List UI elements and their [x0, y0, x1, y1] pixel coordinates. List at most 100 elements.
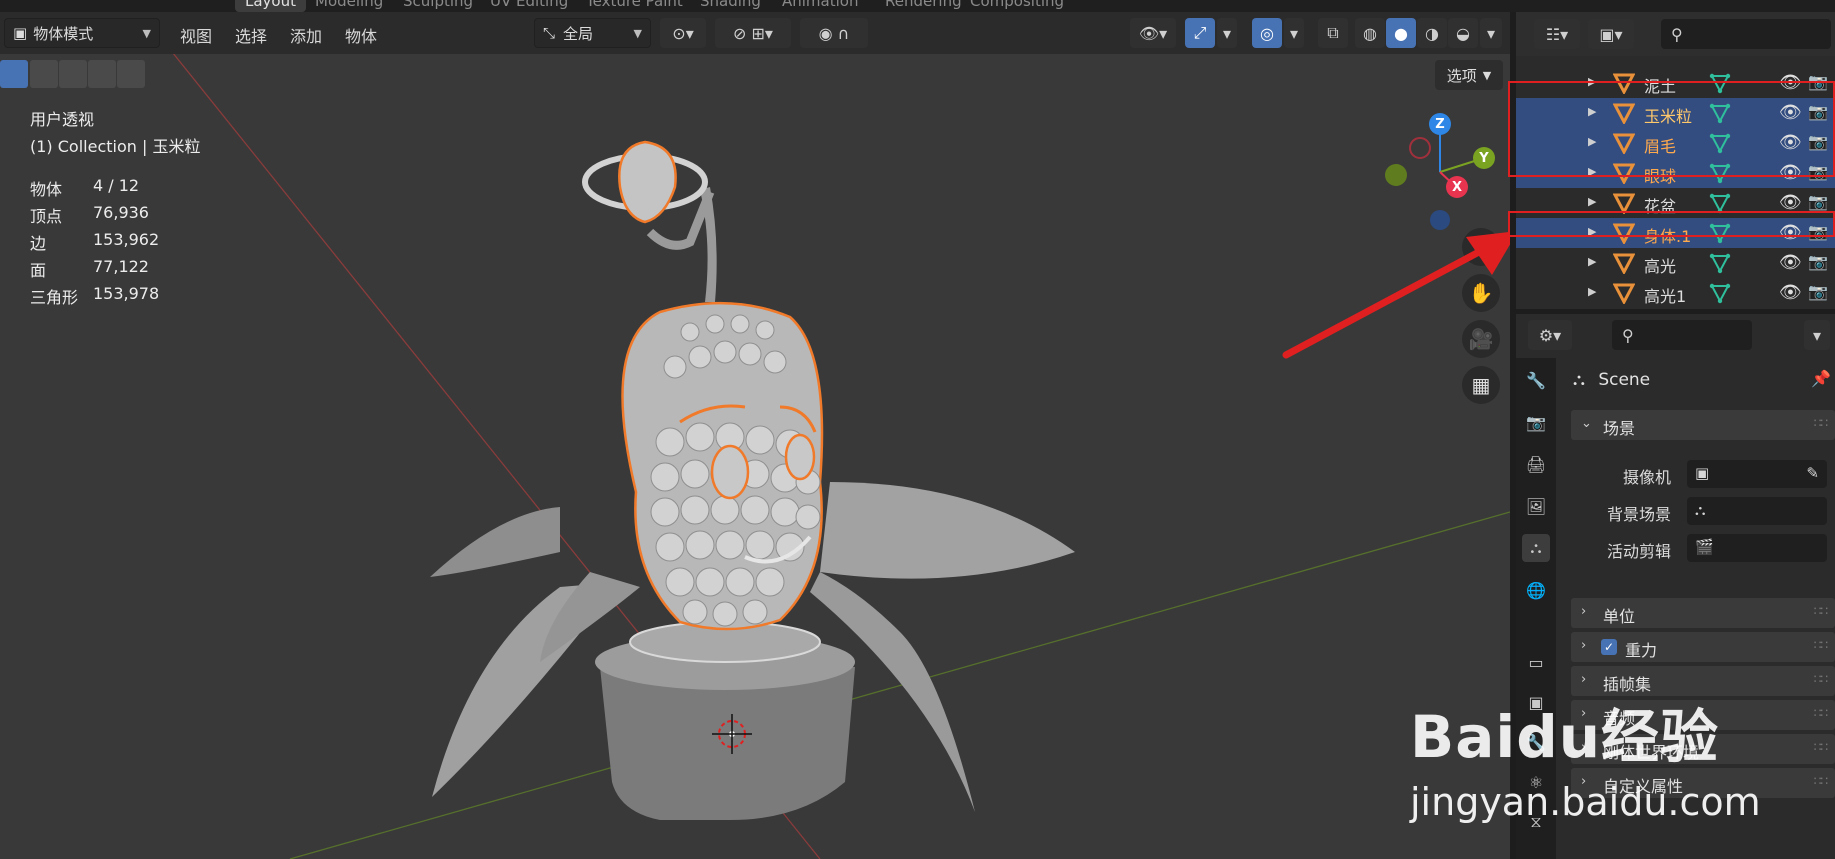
background-scene-label: 背景场景: [1606, 505, 1671, 524]
transform-orientation-dropdown[interactable]: ⤡ 全局 ▼: [534, 18, 651, 48]
x-axis-icon[interactable]: X: [1446, 176, 1468, 198]
viewport-scene: [139, 12, 1510, 859]
editor-type-dropdown[interactable]: ⚙▾: [1528, 320, 1572, 350]
eye-visibility-icon[interactable]: 👁: [1779, 252, 1802, 273]
background-scene-field[interactable]: ⛬: [1687, 497, 1827, 525]
outliner-row[interactable]: ▶ 高光1 👁 📷: [1516, 278, 1835, 308]
eye-visibility-icon[interactable]: 👁: [1779, 192, 1802, 213]
tool-tab-icon[interactable]: 🔧: [1522, 366, 1550, 394]
menu-add[interactable]: 添加: [290, 23, 322, 47]
tab-modeling[interactable]: Modeling: [305, 0, 393, 12]
ortho-grid-icon[interactable]: ▦: [1462, 366, 1500, 404]
scene-icon: ⛬: [1573, 370, 1585, 390]
eye-visibility-icon[interactable]: 👁: [1779, 282, 1802, 303]
snapping-button[interactable]: ⊘ ⊞▾: [715, 18, 791, 48]
tab-animation[interactable]: Animation: [772, 0, 868, 12]
camera-render-icon[interactable]: 📷: [1808, 282, 1828, 301]
menu-object[interactable]: 物体: [345, 23, 377, 47]
outliner-row[interactable]: ▶ 高光 👁 📷: [1516, 248, 1835, 278]
menu-select[interactable]: 选择: [235, 23, 267, 47]
tab-layout[interactable]: Layout: [235, 0, 306, 12]
tab-shading[interactable]: Shading: [690, 0, 771, 12]
proportional-editing-button[interactable]: ◉ ∩: [800, 18, 868, 48]
material-shading-button[interactable]: ◑: [1417, 18, 1447, 48]
drag-grip-icon[interactable]: ∷∷: [1814, 638, 1828, 652]
camera-field-label: 摄像机: [1622, 468, 1671, 487]
chevron-down-icon[interactable]: ▾: [1217, 18, 1237, 48]
y-axis-icon[interactable]: Y: [1473, 147, 1495, 169]
stat-vertices: 顶点 76,936: [30, 203, 149, 226]
search-icon: ⚲: [1671, 24, 1683, 44]
chevron-down-icon[interactable]: ▾: [1284, 18, 1304, 48]
3d-viewport[interactable]: ▣ 物体模式 ▼ 视图 选择 添加 物体 ⤡ 全局 ▼ ⊙▾ ⊘ ⊞▾ ◉ ∩ …: [0, 12, 1510, 859]
outliner-item-name[interactable]: 高光: [1644, 253, 1676, 277]
eyedropper-icon[interactable]: ✎: [1806, 464, 1819, 482]
camera-field[interactable]: ▣ ✎: [1687, 460, 1827, 488]
drag-grip-icon[interactable]: ∷∷: [1814, 416, 1828, 430]
overlays-toggle-button[interactable]: ◎: [1252, 18, 1282, 48]
mode-dropdown[interactable]: ▣ 物体模式 ▼: [4, 18, 160, 48]
select-extend-mode-button[interactable]: [30, 60, 58, 88]
chevron-down-icon[interactable]: ▾: [1804, 320, 1830, 350]
gravity-panel[interactable]: › ✓ 重力 ∷∷: [1571, 632, 1835, 662]
drag-grip-icon[interactable]: ∷∷: [1814, 604, 1828, 618]
scene-panel-header[interactable]: ⌄ 场景 ∷∷: [1571, 410, 1835, 440]
rendered-shading-button[interactable]: ◒: [1448, 18, 1478, 48]
workspace-tabs-bar: Layout Modeling Sculpting UV Editing Tex…: [0, 0, 1835, 12]
expand-arrow-icon[interactable]: ▶: [1588, 285, 1596, 298]
tab-sculpting[interactable]: Sculpting: [393, 0, 483, 12]
visibility-button[interactable]: 👁▾: [1130, 18, 1176, 48]
gravity-checkbox[interactable]: ✓: [1601, 639, 1617, 655]
select-box-mode-button[interactable]: [0, 60, 28, 88]
eyeball: [784, 433, 816, 481]
output-tab-icon[interactable]: 🖨: [1522, 450, 1550, 478]
view-layer-tab-icon[interactable]: 🖼: [1522, 492, 1550, 520]
tab-uv-editing[interactable]: UV Editing: [480, 0, 578, 12]
tab-rendering[interactable]: Rendering: [875, 0, 972, 12]
mesh-data-icon[interactable]: [1709, 252, 1731, 274]
wireframe-shading-button[interactable]: ◍: [1355, 18, 1385, 48]
xray-toggle-button[interactable]: ⧉: [1318, 18, 1348, 48]
orientation-icon: ⤡: [543, 24, 556, 42]
pivot-point-button[interactable]: ⊙▾: [660, 18, 706, 48]
camera-object-icon: ▣: [1695, 464, 1710, 482]
z-axis-icon[interactable]: Z: [1429, 113, 1451, 135]
select-invert-mode-button[interactable]: [88, 60, 116, 88]
eyeball: [710, 444, 750, 500]
pin-icon[interactable]: 📌: [1811, 369, 1831, 388]
expand-arrow-icon[interactable]: ▶: [1588, 255, 1596, 268]
outliner-item-name[interactable]: 高光1: [1644, 283, 1686, 307]
chevron-down-icon: ▼: [1482, 68, 1492, 82]
options-dropdown[interactable]: 选项 ▼: [1435, 60, 1503, 90]
tab-texture-paint[interactable]: Texture Paint: [576, 0, 693, 12]
select-intersect-mode-button[interactable]: [117, 60, 145, 88]
menu-view[interactable]: 视图: [180, 23, 212, 47]
solid-shading-button[interactable]: ●: [1386, 18, 1416, 48]
active-clip-field[interactable]: 🎬: [1687, 534, 1827, 562]
chevron-down-icon[interactable]: ▾: [1480, 18, 1502, 48]
select-subtract-mode-button[interactable]: [59, 60, 87, 88]
gizmo-toggle-button[interactable]: ⤢: [1185, 18, 1215, 48]
collection-info: (1) Collection | 玉米粒: [30, 137, 201, 156]
scene-tab-icon[interactable]: ⛬: [1522, 534, 1550, 562]
mesh-data-icon[interactable]: [1709, 282, 1731, 304]
collection-tab-icon[interactable]: ▭: [1522, 648, 1550, 676]
units-panel[interactable]: › 单位 ∷∷: [1571, 598, 1835, 628]
filter-dropdown[interactable]: ▣▾: [1588, 19, 1634, 49]
mode-label: 物体模式: [33, 24, 94, 43]
outliner-search-input[interactable]: ⚲: [1661, 19, 1831, 49]
drag-grip-icon[interactable]: ∷∷: [1814, 672, 1828, 686]
camera-render-icon[interactable]: 📷: [1808, 252, 1828, 271]
scene-icon: ⛬: [1695, 501, 1706, 519]
properties-search-input[interactable]: ⚲: [1612, 320, 1752, 350]
world-tab-icon[interactable]: 🌐: [1522, 576, 1550, 604]
display-mode-dropdown[interactable]: ☷▾: [1534, 19, 1580, 49]
expand-arrow-icon[interactable]: ▶: [1588, 195, 1596, 208]
viewport-header: ▣ 物体模式 ▼ 视图 选择 添加 物体 ⤡ 全局 ▼ ⊙▾ ⊘ ⊞▾ ◉ ∩ …: [0, 12, 1510, 54]
chevron-down-icon: ▼: [633, 26, 642, 40]
leaf: [430, 507, 560, 577]
tab-compositing[interactable]: Compositing: [960, 0, 1074, 12]
camera-render-icon[interactable]: 📷: [1808, 192, 1828, 211]
cube-icon: ▣: [13, 24, 28, 42]
render-tab-icon[interactable]: 📷: [1522, 408, 1550, 436]
